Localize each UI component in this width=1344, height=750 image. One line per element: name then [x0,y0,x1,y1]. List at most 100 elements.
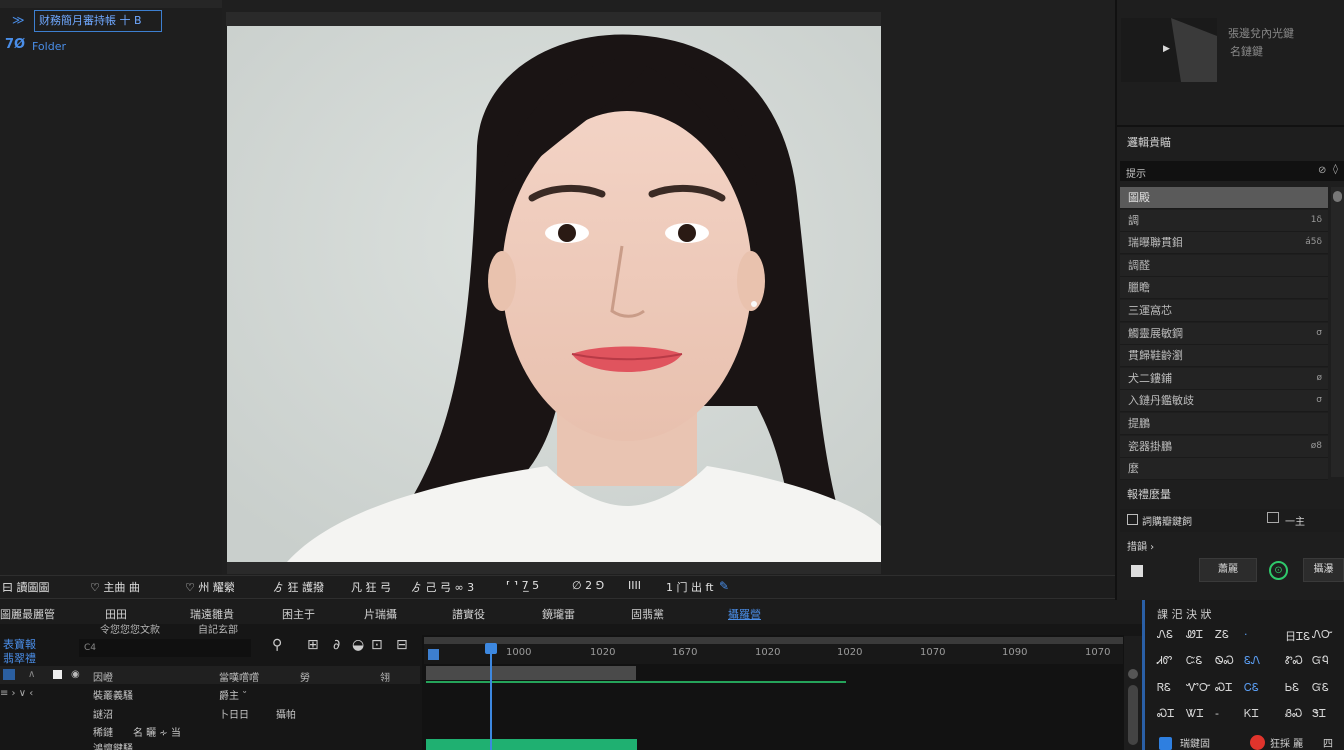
tool-icon[interactable]: ᏕᏆ [1312,707,1326,721]
tab-5[interactable]: 譜實役 [452,606,485,622]
timeline-scroll-thumb[interactable] [1128,685,1138,745]
zoom-icon[interactable]: ⚲ [272,637,282,653]
settings-icon[interactable]: ◊ [1333,164,1338,175]
effects-scroll-thumb[interactable] [1333,191,1342,202]
tab-2[interactable]: 瑞遠雛貴 [190,606,234,622]
effect-item[interactable]: 三運窩芯 [1120,300,1328,322]
export-button[interactable]: 攝瀑 [1303,558,1344,582]
effect-item[interactable]: 臘瞻 [1120,277,1328,300]
track-name[interactable]: 裝叢義騷 [93,687,133,702]
tool-icon[interactable]: ᏗᏛ [1157,654,1172,668]
tool-icon[interactable]: ᏳᏋ [1312,681,1329,695]
toolbar-item[interactable]: 1 门 出 ft [666,579,713,595]
effect-item[interactable]: 觸靈展敏鋼 σ [1120,322,1328,345]
tool-icon[interactable]: ᏋᏁ [1244,654,1260,668]
frame-icon[interactable] [1267,512,1279,523]
confirm-icon[interactable]: ⊙ [1269,561,1288,580]
effect-item[interactable]: 貫歸鞋齡瀏 [1120,345,1328,368]
toolbar-item[interactable]: ∅ 2 ⅁ [572,579,604,592]
tool-icon[interactable]: ᏟᏋ [1244,681,1259,695]
play-icon[interactable]: ▶ [1163,44,1170,54]
tools-footer-a[interactable]: 瑞鍵固 [1180,735,1210,750]
tool-icon[interactable]: ᏪᏆ [1186,628,1203,642]
properties-sub-label[interactable]: 措韻 › [1127,538,1154,553]
toolbar-item[interactable]: ♡ 州 耀縈 [185,579,235,595]
tool-icon[interactable]: ᏔᏆ [1186,707,1204,721]
tool-icon[interactable]: ᏍᏆ [1157,707,1174,721]
tool-icon[interactable]: ᏳᏄ [1312,654,1329,668]
video-clip[interactable] [426,666,636,680]
apply-button[interactable]: 蕭麗 [1199,558,1257,582]
effect-item[interactable]: 犬二鏤鋪 ø [1120,367,1328,390]
properties-row-value[interactable]: 一主 [1285,513,1305,528]
caption-icon[interactable]: ⊟ [396,637,408,653]
playhead[interactable] [490,643,492,750]
tool-icon[interactable]: ᏁᏋ [1157,628,1173,642]
track-value[interactable]: 名 曬 ∻ 当 [133,724,181,739]
tool-icon[interactable]: ᏰᏍ [1285,707,1302,721]
tool-icon[interactable]: ᏁᏅ [1312,628,1333,642]
track-value[interactable]: 卜日日 [219,706,249,721]
toolbar-item[interactable]: ⸢ ⸣ 7̲ 5 [506,579,539,592]
effect-item[interactable]: 瑞曝聯貫鉬 á5δ [1120,232,1328,255]
tools-footer-b[interactable]: 狂採 麗 [1270,735,1303,750]
pen-icon[interactable]: ✎ [719,579,729,593]
app-icon[interactable] [1159,737,1172,750]
in-point-icon[interactable] [428,649,439,660]
project-name-field[interactable]: 财務簡月審持帳 十 B [34,10,162,32]
track-target-icon[interactable] [3,669,15,680]
toolbar-item[interactable]: ゟ 己 弓 ∞ 3 [411,579,474,595]
tool-icon[interactable]: ᏒᏋ [1157,681,1171,695]
scroll-zoom-handle[interactable] [1128,669,1138,679]
track-name[interactable]: 稀鏈 [93,724,113,739]
tool-icon[interactable]: ᏏᏋ [1285,681,1299,695]
effect-item[interactable]: 瓷器掛鵬 ø8 [1120,435,1328,458]
snap-icon[interactable]: ⊞ [307,637,319,653]
playhead-handle[interactable] [485,643,497,654]
settings-icon[interactable]: ⊡ [371,637,383,653]
tool-icon[interactable]: ᏦᏆ [1244,707,1259,721]
audio-clip[interactable] [426,739,637,750]
effect-item[interactable]: 入鏈丹鑑敏歧 σ [1120,390,1328,413]
toolbar-item[interactable]: ♡ 主曲 曲 [90,579,140,595]
tab-8[interactable]: 攝羅營 [728,606,761,622]
toolbar-item[interactable]: ゟ 狂 護撥 [273,579,324,595]
tab-4[interactable]: 片瑞攝 [364,606,397,622]
marker-icon[interactable]: ◒ [352,637,364,653]
tools-footer-c[interactable]: 四 [1323,735,1333,750]
timecode-input[interactable]: C4 [79,639,251,657]
record-icon[interactable] [1250,735,1265,750]
track-visibility-icon[interactable] [53,670,62,679]
track-controls[interactable]: ≡ › ∨ ‹ [0,688,33,699]
link-icon[interactable]: ∂ [333,637,340,653]
tool-icon[interactable]: · [1244,628,1248,641]
tab-7[interactable]: 固翡黨 [631,606,664,622]
effects-search-input[interactable] [1120,161,1344,181]
effect-item[interactable]: 調醛 [1120,254,1328,277]
toolbar-item[interactable]: 凡 狂 弓 [351,579,391,595]
tab-6[interactable]: 鏡瓏雷 [542,606,575,622]
tab-0[interactable]: 圖麗最麗管 [0,606,55,622]
folder-expand-icon[interactable]: ≫ [12,13,25,27]
tool-icon[interactable]: ᏫᏍ [1215,654,1234,668]
tool-icon[interactable]: ᏉᏅ [1186,681,1211,695]
track-eye-icon[interactable]: ◉ [71,669,80,680]
track-name[interactable]: 謎沼 [93,706,113,721]
effect-item[interactable]: 麼 [1120,458,1328,481]
tool-icon[interactable]: 日ᏆᏋ [1285,628,1310,644]
tool-icon[interactable]: ᏃᏋ [1215,628,1229,642]
color-swatch[interactable] [1131,565,1143,577]
tool-icon[interactable]: ᏍᏆ [1215,681,1232,695]
track-value[interactable]: 爵主 ˘ [219,687,247,702]
tab-3[interactable]: 困主于 [282,606,315,622]
tool-icon[interactable]: - [1215,707,1219,720]
folder-label[interactable]: Folder [32,40,66,53]
toolbar-item[interactable]: IIII [628,579,641,592]
tool-icon[interactable]: ᏨᏋ [1186,654,1202,668]
track-lock-icon[interactable]: ∧ [28,669,35,680]
tool-icon[interactable]: ᏑᏍ [1285,654,1303,668]
tab-1[interactable]: 田田 [105,606,127,622]
track-name[interactable]: 鴻壇鍵騷 [93,740,133,750]
sequence-label-2[interactable]: 翡翠禮 [3,650,36,666]
effects-scrollbar[interactable] [1331,187,1344,477]
